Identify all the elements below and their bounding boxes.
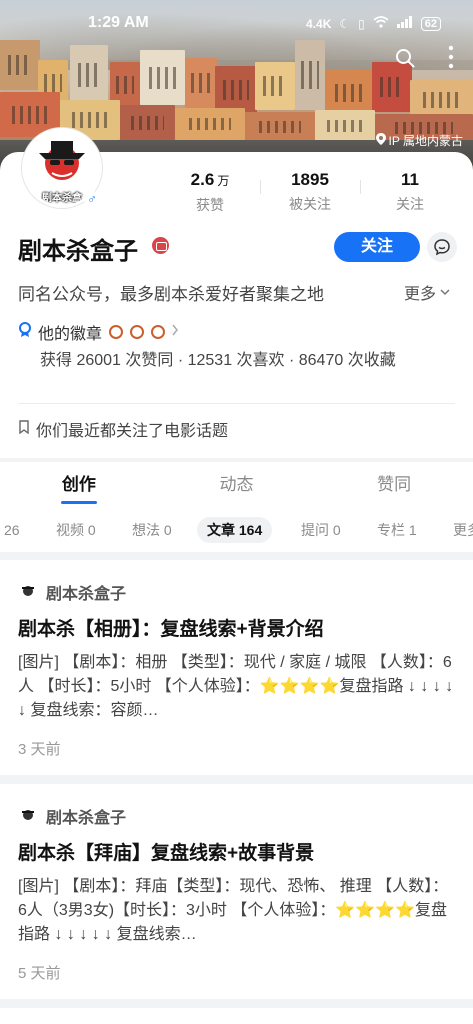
tab-creations[interactable]: 创作 bbox=[0, 462, 158, 508]
stat-likes[interactable]: 2.6 万 获赞 bbox=[160, 170, 260, 215]
badge-ribbon-icon bbox=[18, 321, 32, 343]
verified-badge-icon[interactable] bbox=[152, 237, 169, 254]
divider bbox=[18, 403, 455, 404]
follow-button[interactable]: 关注 bbox=[334, 232, 420, 262]
topic-hint[interactable]: 你们最近都关注了电影话题 bbox=[18, 417, 228, 441]
bio-more-link[interactable]: 更多 bbox=[404, 280, 450, 304]
article-time: 3 天前 bbox=[18, 741, 61, 758]
more-vertical-icon[interactable] bbox=[447, 44, 455, 70]
ip-location-text: IP 属地内蒙古 bbox=[388, 134, 463, 148]
status-time: 1:29 AM bbox=[88, 14, 149, 31]
badges-row[interactable]: 他的徽章 bbox=[18, 320, 179, 344]
chevron-down-icon bbox=[440, 283, 450, 301]
network-speed: 4.4K bbox=[306, 16, 332, 31]
battery-icon: 62 bbox=[420, 16, 441, 31]
signal-icon bbox=[396, 16, 413, 31]
badges-label: 他的徽章 bbox=[38, 326, 103, 343]
stat-likes-unit: 万 bbox=[217, 174, 230, 188]
article-author-name: 剧本杀盒子 bbox=[46, 586, 127, 603]
profile-bio: 同名公众号，最多剧本杀爱好者聚集之地 bbox=[18, 285, 324, 304]
stat-following-value: 11 bbox=[401, 170, 419, 189]
profile-stats: 2.6 万 获赞 1895 被关注 11 关注 bbox=[160, 170, 460, 215]
chat-bubble-icon bbox=[434, 239, 450, 256]
subtab-answers[interactable]: 26 bbox=[4, 517, 20, 543]
article-card[interactable] bbox=[0, 1008, 473, 1024]
article-excerpt: [图片] 【剧本】：拜庙【类型】：现代、恐怖、 推理 【人数】：6人（3男3女)… bbox=[18, 878, 449, 943]
gender-icon: ♂ bbox=[84, 191, 100, 207]
subtab-columns[interactable]: 专栏 1 bbox=[377, 517, 417, 543]
wifi-icon bbox=[373, 16, 389, 31]
article-card[interactable]: 剧本杀盒子 剧本杀【拜庙】复盘线索+故事背景 [图片] 【剧本】：拜庙【类型】：… bbox=[0, 784, 473, 999]
author-avatar bbox=[18, 582, 38, 602]
article-time: 5 天前 bbox=[18, 965, 61, 982]
subtab-more[interactable]: 更多 bbox=[453, 517, 473, 543]
tab-activity[interactable]: 动态 bbox=[158, 462, 316, 508]
stat-followers[interactable]: 1895 被关注 bbox=[260, 170, 360, 215]
achievement-summary: 获得 26001 次赞同 · 12531 次喜欢 · 86470 次收藏 bbox=[40, 352, 396, 369]
ip-location: IP 属地内蒙古 bbox=[375, 132, 463, 149]
article-author[interactable]: 剧本杀盒子 bbox=[18, 580, 126, 604]
article-card[interactable]: 剧本杀盒子 剧本杀【相册】：复盘线索+背景介绍 [图片] 【剧本】：相册 【类型… bbox=[0, 560, 473, 775]
message-button[interactable] bbox=[427, 232, 457, 262]
profile-name: 剧本杀盒子 bbox=[18, 238, 138, 265]
search-icon[interactable] bbox=[395, 48, 415, 68]
chevron-right-icon bbox=[171, 323, 179, 341]
subtab-videos[interactable]: 视频 0 bbox=[56, 517, 96, 543]
moon-icon: ☾ bbox=[339, 16, 351, 31]
article-title[interactable]: 剧本杀【相册】：复盘线索+背景介绍 bbox=[18, 614, 324, 641]
bookmark-icon bbox=[18, 419, 30, 439]
profile-tabs: 创作 动态 赞同 bbox=[0, 462, 473, 508]
medal-icon bbox=[151, 325, 166, 339]
subtab-thoughts[interactable]: 想法 0 bbox=[132, 517, 172, 543]
content-type-filter: 26 视频 0 想法 0 文章 164 提问 0 专栏 1 更多 bbox=[0, 508, 473, 552]
stat-following[interactable]: 11 关注 bbox=[360, 170, 460, 215]
article-author[interactable]: 剧本杀盒子 bbox=[18, 804, 126, 828]
stat-following-label: 关注 bbox=[396, 196, 424, 212]
article-author-name: 剧本杀盒子 bbox=[46, 810, 127, 827]
stat-likes-label: 获赞 bbox=[196, 197, 224, 213]
medal-icon bbox=[130, 325, 145, 339]
subtab-articles[interactable]: 文章 164 bbox=[197, 517, 273, 543]
subtab-questions[interactable]: 提问 0 bbox=[301, 517, 341, 543]
stat-followers-label: 被关注 bbox=[289, 196, 331, 212]
bio-more-label: 更多 bbox=[404, 286, 437, 303]
topic-hint-text: 你们最近都关注了电影话题 bbox=[36, 423, 229, 440]
stat-likes-value: 2.6 bbox=[190, 170, 215, 189]
medal-icon bbox=[109, 325, 124, 339]
article-title[interactable]: 剧本杀【拜庙】复盘线索+故事背景 bbox=[18, 838, 314, 865]
status-icons: 4.4K ☾ ▯ 62 bbox=[306, 16, 441, 31]
article-excerpt: [图片] 【剧本】：相册 【类型】：现代 / 家庭 / 城限 【人数】：6人 【… bbox=[18, 654, 454, 719]
vibrate-icon: ▯ bbox=[358, 16, 365, 31]
status-bar: 1:29 AM 4.4K ☾ ▯ 62 bbox=[0, 14, 473, 38]
location-pin-icon bbox=[375, 133, 386, 148]
stat-followers-value: 1895 bbox=[291, 170, 329, 189]
author-avatar bbox=[18, 806, 38, 826]
tab-upvoted[interactable]: 赞同 bbox=[315, 462, 473, 508]
